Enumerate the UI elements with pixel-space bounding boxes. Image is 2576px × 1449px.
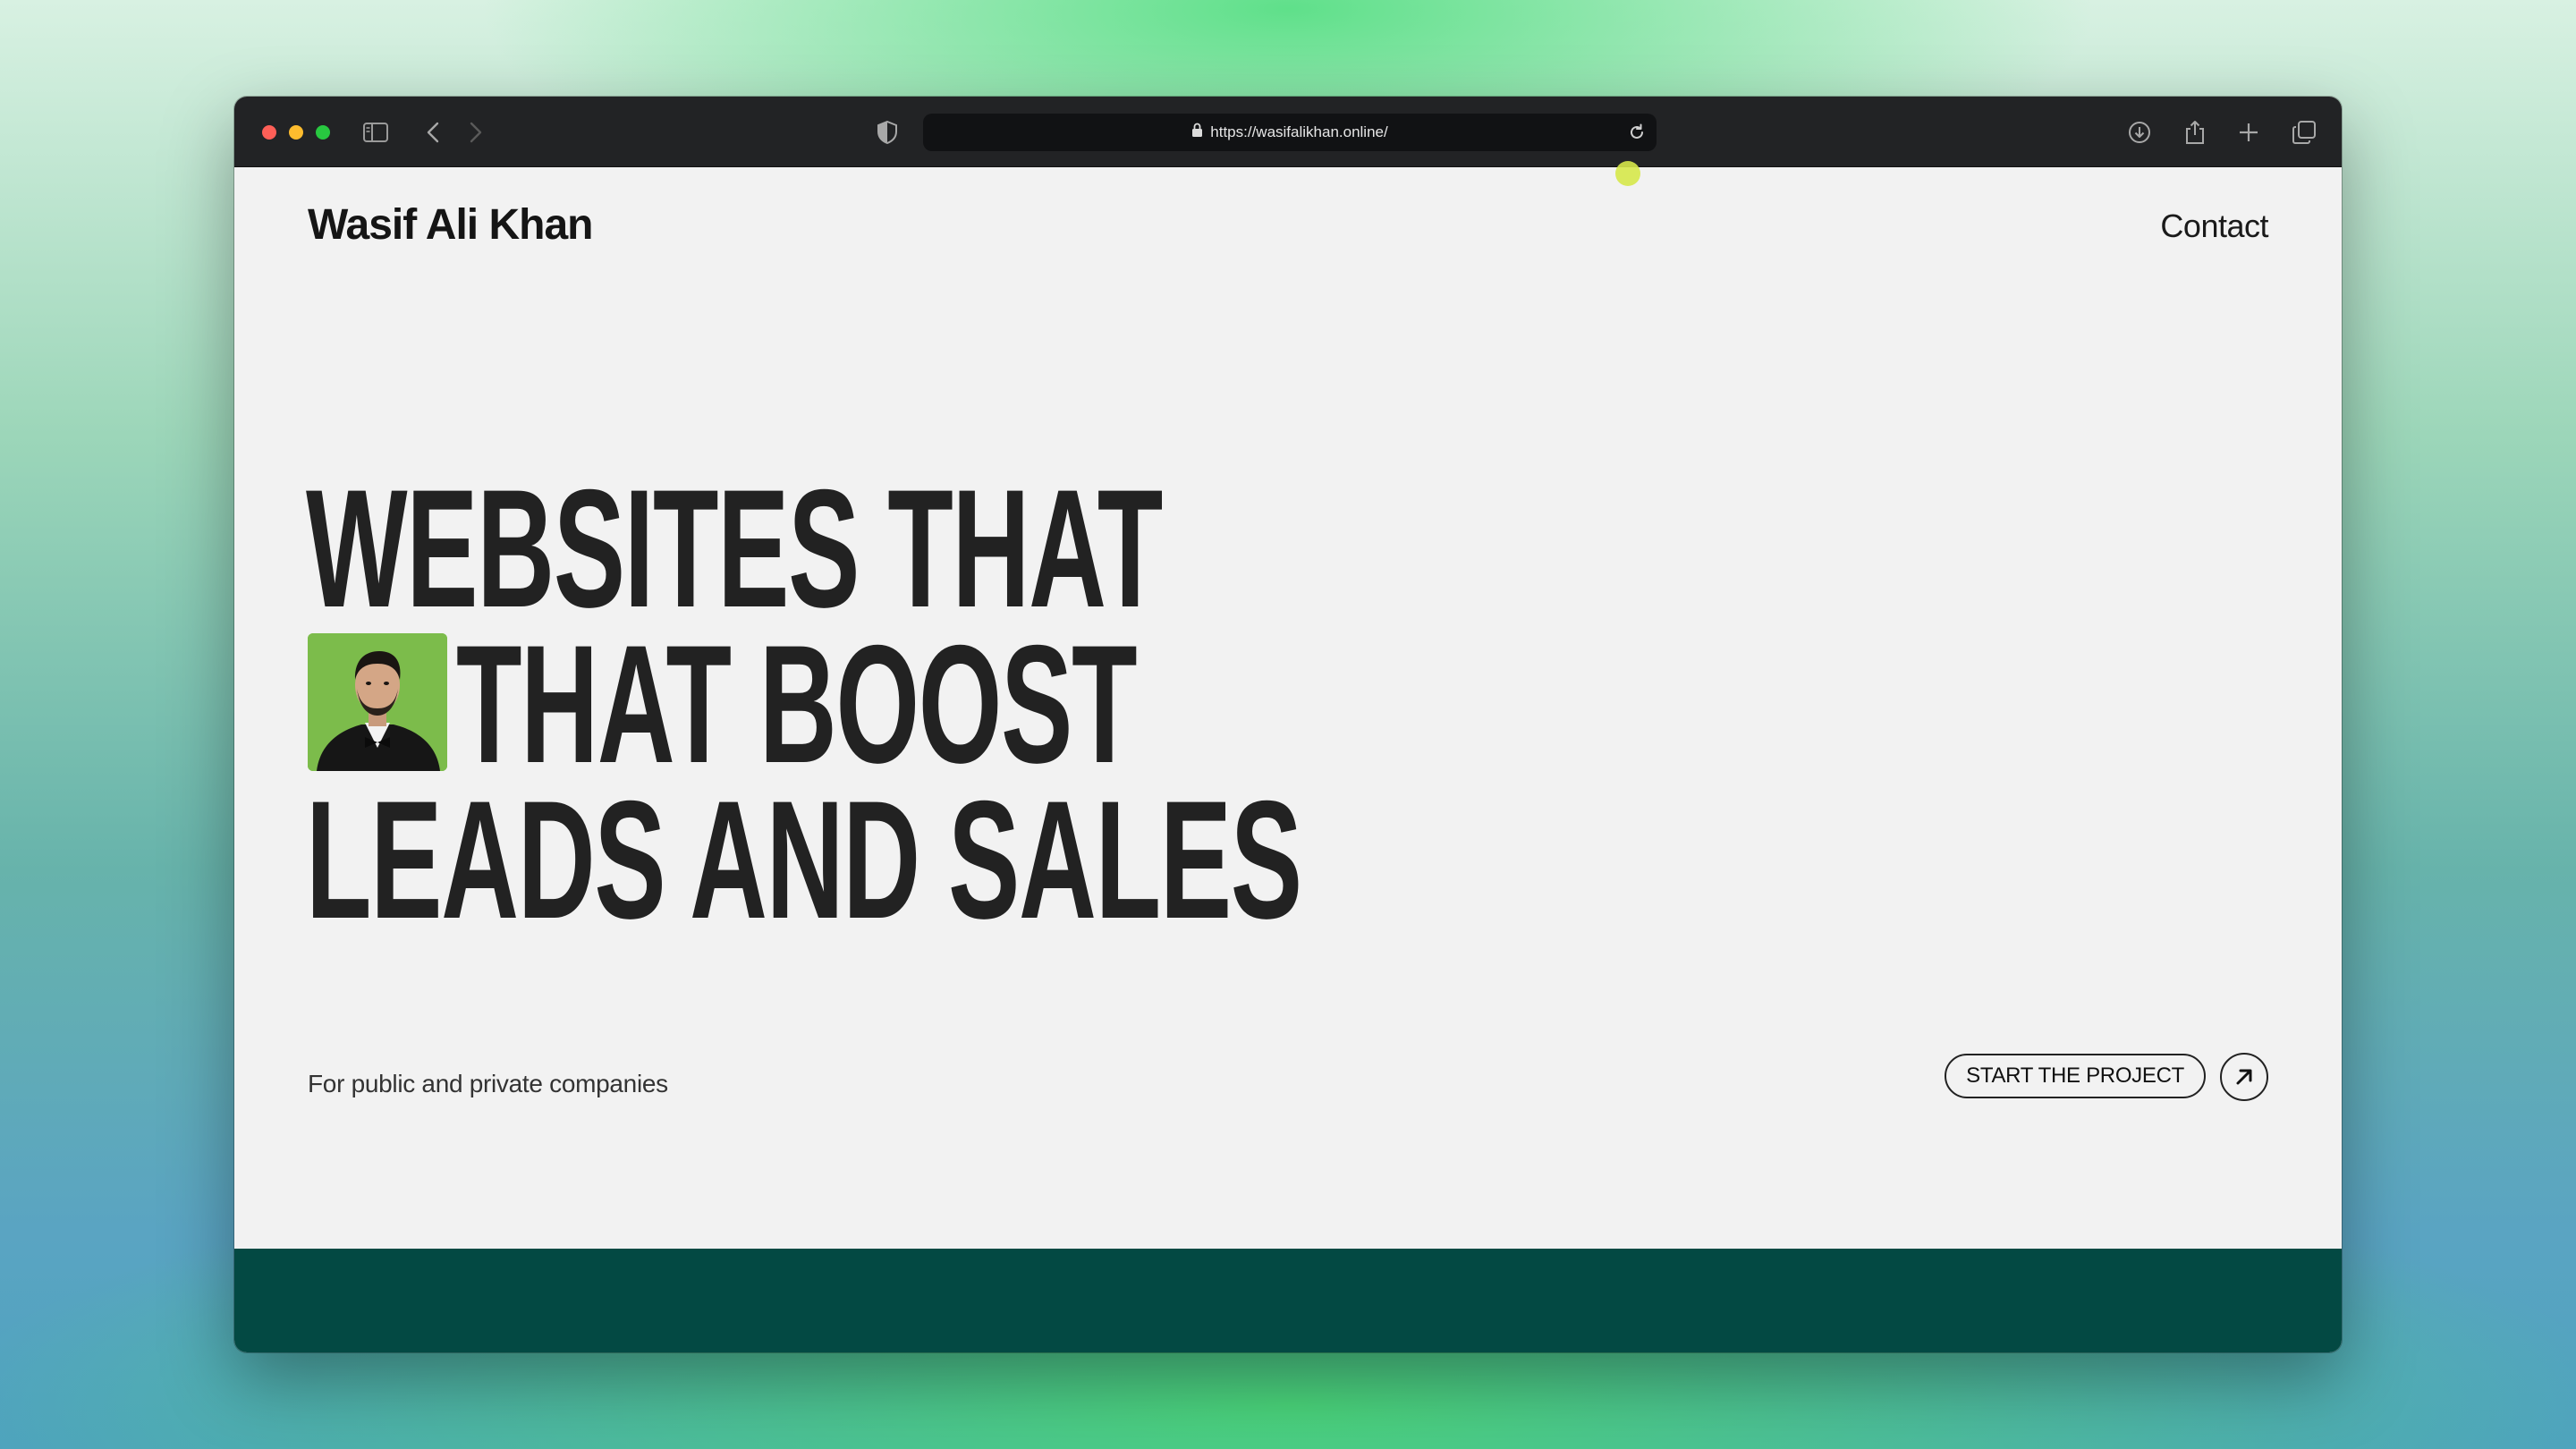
- download-icon[interactable]: [2123, 116, 2156, 148]
- reload-icon[interactable]: [1624, 120, 1649, 145]
- forward-icon[interactable]: [460, 116, 492, 148]
- start-project-button[interactable]: START THE PROJECT: [1945, 1054, 2206, 1098]
- hero-subtitle: For public and private companies: [308, 1070, 668, 1097]
- lock-icon: [1191, 123, 1203, 142]
- page-content: Wasif Ali Khan Contact WEBSITES THAT THA…: [234, 166, 2342, 1352]
- footer-section: [234, 1249, 2342, 1352]
- headline-row-2: THAT BOOST: [306, 610, 1861, 798]
- browser-toolbar: https://wasifalikhan.online/: [234, 97, 2342, 167]
- nav-contact-link[interactable]: Contact: [2160, 208, 2268, 245]
- new-tab-icon[interactable]: [2233, 116, 2265, 148]
- arrow-up-right-icon[interactable]: [2220, 1053, 2268, 1101]
- close-window-button[interactable]: [262, 125, 276, 140]
- share-icon[interactable]: [2179, 116, 2211, 148]
- headline-line-3: LEADS AND SALES: [306, 766, 1302, 953]
- minimize-window-button[interactable]: [289, 125, 303, 140]
- profile-photo: [308, 633, 447, 771]
- zoom-window-button[interactable]: [316, 125, 330, 140]
- sidebar-icon[interactable]: [360, 116, 392, 148]
- site-logo[interactable]: Wasif Ali Khan: [308, 200, 593, 250]
- shield-icon[interactable]: [871, 116, 903, 148]
- cursor-follower: [1615, 161, 1640, 186]
- headline-line-1: WEBSITES THAT: [306, 454, 1163, 642]
- back-icon[interactable]: [417, 116, 449, 148]
- browser-window: https://wasifalikhan.online/ Wasif Ali K…: [234, 97, 2342, 1352]
- address-bar[interactable]: https://wasifalikhan.online/: [923, 114, 1657, 151]
- hero-headline: WEBSITES THAT THAT BOOST LEADS AND SALES: [306, 454, 1861, 953]
- url-text: https://wasifalikhan.online/: [1210, 123, 1388, 140]
- tabs-overview-icon[interactable]: [2288, 116, 2320, 148]
- headline-line-2: THAT BOOST: [456, 610, 1138, 798]
